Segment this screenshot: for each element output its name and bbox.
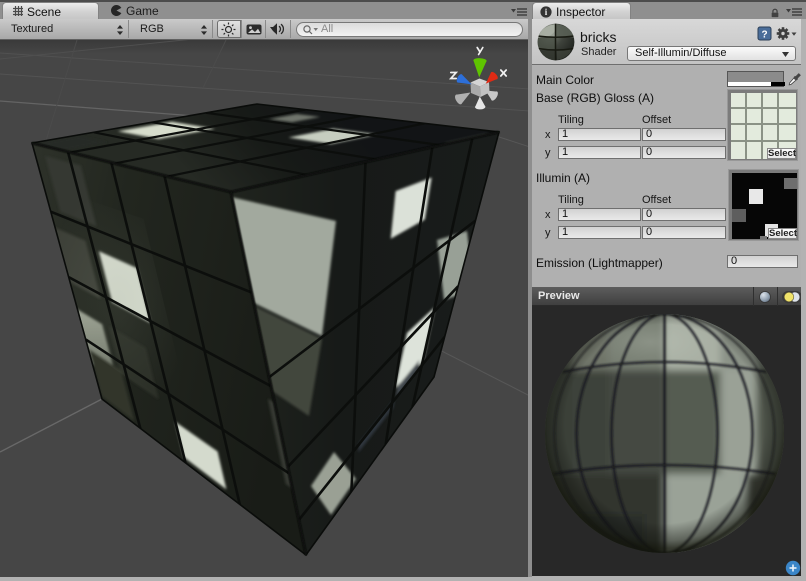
svg-text:?: ? xyxy=(761,30,767,41)
